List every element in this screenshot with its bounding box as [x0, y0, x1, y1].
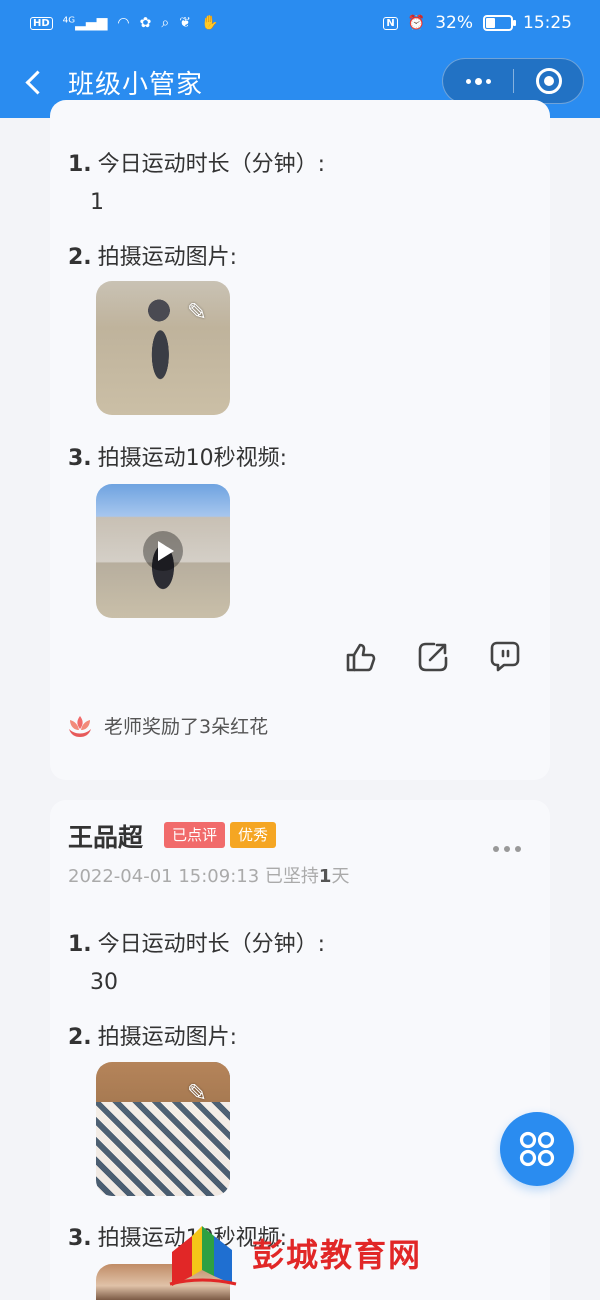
miniprogram-capsule	[442, 58, 584, 104]
answer-duration: 1	[90, 190, 104, 215]
share-icon[interactable]	[416, 640, 450, 674]
question-label: 今日运动时长（分钟）:	[97, 152, 326, 177]
watermark-text: 彭城教育网	[252, 1236, 423, 1274]
streak-count: 1	[318, 866, 332, 887]
battery-percent: 32%	[435, 13, 473, 33]
question-label: 拍摄运动10秒视频:	[97, 446, 288, 471]
floating-menu-button[interactable]	[500, 1112, 574, 1186]
hand-app-icon: ✋	[200, 15, 219, 31]
question-number: 3.	[68, 1226, 92, 1251]
play-icon[interactable]	[143, 531, 183, 571]
exercise-photo-thumbnail[interactable]: ✎	[96, 281, 230, 415]
like-icon[interactable]	[344, 640, 378, 674]
question-number: 3.	[68, 446, 92, 471]
target-icon	[535, 68, 562, 94]
question-number: 1.	[68, 152, 92, 177]
alarm-icon: ⏰	[407, 15, 426, 31]
hd-icon: HD	[30, 16, 53, 30]
dot-icon	[485, 78, 491, 84]
4g-signal-icon: ⁴ᴳ▂▄▆	[62, 15, 108, 31]
question-number: 2.	[68, 1025, 92, 1050]
question-number: 1.	[68, 932, 92, 957]
wifi-icon: ◠	[117, 15, 130, 31]
post-actions	[344, 640, 522, 674]
more-menu-button[interactable]	[443, 59, 513, 103]
dot-icon	[515, 846, 521, 852]
post-meta: 2022-04-01 15:09:13 已坚持1天	[68, 862, 349, 888]
reward-text: 老师奖励了3朵红花	[104, 716, 269, 738]
question-1: 1. 今日运动时长（分钟）:	[68, 146, 325, 178]
question-label: 拍摄运动图片:	[97, 245, 238, 270]
app-notification-icon: ✿	[139, 15, 152, 31]
back-icon[interactable]	[22, 68, 50, 96]
site-watermark: 彭城教育网	[168, 1222, 458, 1292]
question-number: 2.	[68, 245, 92, 270]
dot-icon	[493, 846, 499, 852]
grid-menu-icon	[519, 1131, 555, 1167]
page-title: 班级小管家	[68, 69, 204, 100]
question-3: 3.拍摄运动10秒视频:	[68, 440, 287, 472]
question-2: 2. 拍摄运动图片:	[68, 239, 237, 271]
status-bar: HD ⁴ᴳ▂▄▆ ◠ ✿ ⌕ ❦ ✋ N ⏰ 32% 15:25	[0, 0, 600, 46]
question-2: 2. 拍摄运动图片:	[68, 1019, 237, 1051]
close-miniprogram-button[interactable]	[514, 59, 583, 103]
streak-prefix: 已坚持	[264, 866, 319, 887]
question-1: 1. 今日运动时长（分钟）:	[68, 926, 325, 958]
dot-icon	[474, 77, 482, 85]
status-right: N ⏰ 32% 15:25	[383, 13, 572, 33]
reward-note: 老师奖励了3朵红花	[66, 712, 268, 739]
post-more-button[interactable]	[493, 846, 521, 852]
flower-icon	[69, 715, 91, 737]
post-timestamp: 2022-04-01 15:09:13	[68, 866, 260, 887]
question-label: 拍摄运动图片:	[97, 1025, 238, 1050]
exercise-photo-thumbnail[interactable]: ✎	[96, 1062, 230, 1196]
answer-duration: 30	[90, 970, 118, 995]
comment-icon[interactable]	[488, 640, 522, 674]
edit-icon[interactable]: ✎	[182, 297, 212, 327]
dot-icon	[465, 78, 471, 84]
battery-icon	[483, 15, 516, 31]
search-notification-icon: ⌕	[161, 15, 170, 31]
dot-icon	[504, 846, 510, 852]
exercise-video-thumbnail[interactable]	[96, 484, 230, 618]
author-name: 王品超	[68, 823, 144, 852]
status-left: HD ⁴ᴳ▂▄▆ ◠ ✿ ⌕ ❦ ✋	[30, 16, 218, 30]
nfc-icon: N	[383, 16, 398, 30]
book-logo-icon	[169, 1226, 237, 1286]
reviewed-badge: 已点评	[164, 822, 226, 848]
edit-icon[interactable]: ✎	[182, 1078, 212, 1108]
clock: 15:25	[523, 13, 572, 33]
question-label: 今日运动时长（分钟）:	[97, 932, 326, 957]
excellent-badge: 优秀	[230, 822, 277, 848]
squirrel-app-icon: ❦	[179, 15, 191, 31]
streak-unit: 天	[331, 866, 350, 887]
